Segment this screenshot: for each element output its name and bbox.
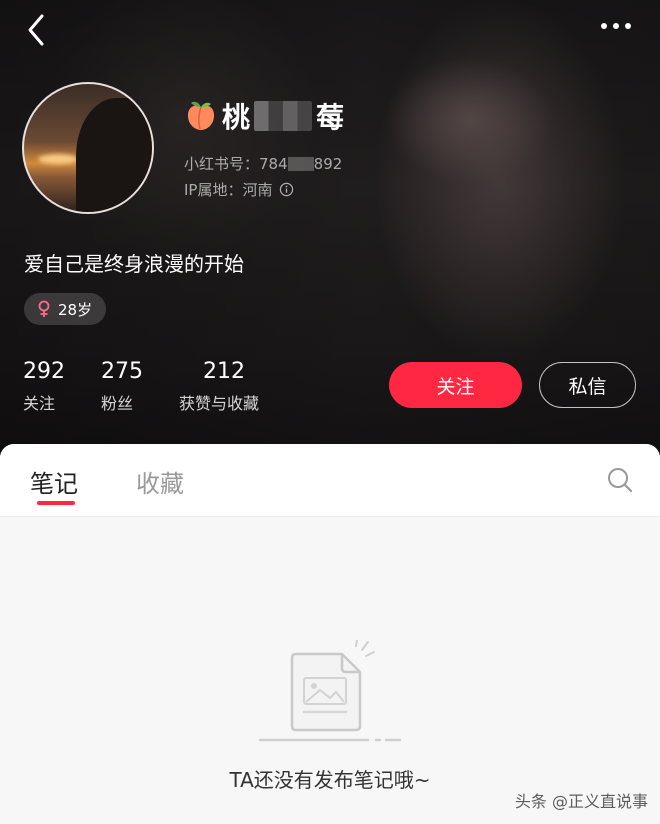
search-button[interactable] [606, 466, 634, 494]
user-id-label: 小红书号： [184, 155, 260, 173]
nickname-part-start: 桃 [222, 101, 251, 134]
profile-page: 桃 莓 小红书号： 784 892 IP属地： 河南 爱自己是终身浪漫的开始 2… [0, 0, 660, 824]
nickname-part-end: 莓 [316, 101, 345, 134]
ip-location-line: IP属地： 河南 [184, 179, 294, 200]
back-arrow-icon [28, 14, 44, 46]
info-icon[interactable] [279, 182, 294, 197]
avatar[interactable] [22, 82, 154, 214]
user-id-end: 892 [313, 154, 343, 173]
stat-followers-label: 粉丝 [101, 394, 134, 413]
user-id-mosaic [287, 156, 314, 171]
age-label: 28岁 [58, 300, 93, 319]
nickname-mosaic [254, 101, 313, 131]
stat-following-label: 关注 [23, 394, 56, 413]
watermark: 头条 @正义直说事 [514, 792, 648, 811]
stat-likes-value: 212 [203, 359, 245, 384]
gender-age-tag: 28岁 [24, 293, 107, 325]
stat-followers[interactable]: 275 粉丝 [101, 358, 143, 414]
message-button[interactable]: 私信 [539, 362, 636, 408]
back-button[interactable] [18, 10, 58, 50]
tab-collections[interactable]: 收藏 [136, 464, 184, 499]
user-id-line: 小红书号： 784 892 [184, 153, 342, 174]
ip-location-label: IP属地： [184, 181, 243, 199]
female-icon [38, 300, 50, 317]
peach-icon [187, 101, 215, 130]
tab-bar: 笔记 收藏 [0, 444, 660, 517]
bio: 爱自己是终身浪漫的开始 [24, 252, 244, 276]
content-panel: 笔记 收藏 TA还没有发布笔记哦~ [0, 444, 660, 824]
stat-following-value: 292 [23, 359, 65, 384]
nickname: 桃 莓 [184, 96, 344, 136]
ip-location-value: 河南 [242, 181, 273, 199]
stat-likes-collects[interactable]: 212 获赞与收藏 [179, 358, 259, 414]
search-icon [608, 468, 633, 493]
stat-followers-value: 275 [101, 359, 143, 384]
profile-header: 桃 莓 小红书号： 784 892 IP属地： 河南 爱自己是终身浪漫的开始 2… [0, 0, 660, 470]
follow-button[interactable]: 关注 [389, 362, 522, 408]
more-button[interactable] [598, 12, 638, 40]
empty-notes-illustration-icon [258, 640, 402, 742]
user-id-start: 784 [259, 154, 288, 173]
more-dots-icon [601, 23, 631, 29]
stat-following[interactable]: 292 关注 [23, 358, 65, 414]
tab-notes[interactable]: 笔记 [30, 464, 78, 499]
active-tab-indicator [37, 501, 75, 505]
stat-likes-label: 获赞与收藏 [179, 394, 260, 413]
